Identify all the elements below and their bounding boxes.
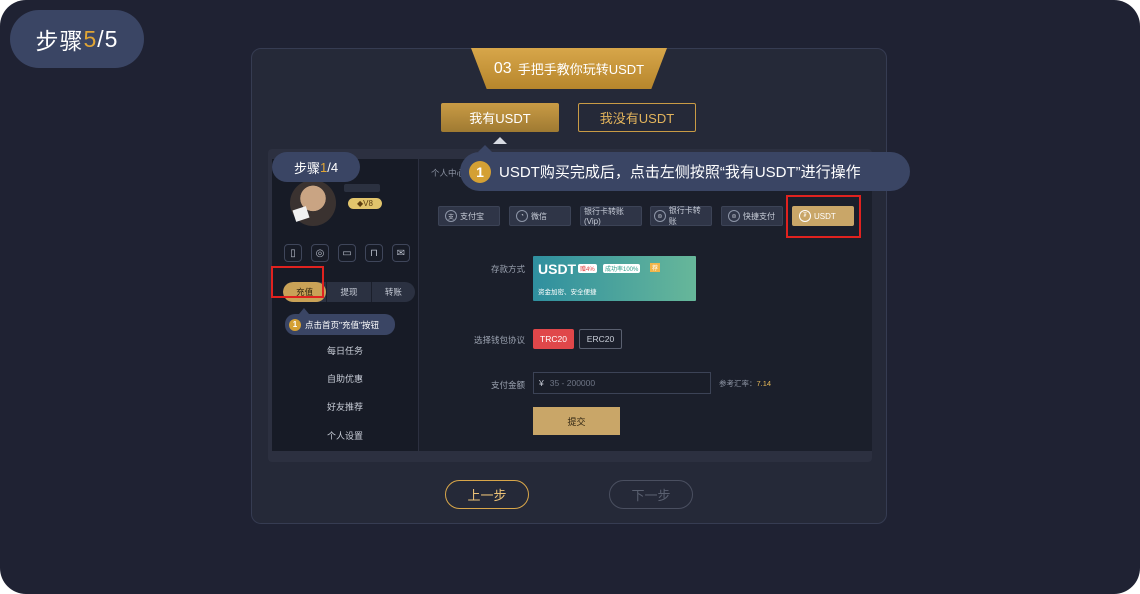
pay-wechat[interactable]: ◔ 微信 xyxy=(509,206,571,226)
trc20-option[interactable]: TRC20 xyxy=(533,329,574,349)
transfer-segment[interactable]: 转账 xyxy=(370,282,415,302)
quick-pay-icon: ⊜ xyxy=(728,210,740,222)
deposit-method-label: 存款方式 xyxy=(490,264,525,274)
icon-row: ▯ ◎ ▭ ⊓ ✉ xyxy=(284,244,410,262)
hint-text: 点击首页"充值"按钮 xyxy=(305,319,380,330)
usdt-card-title: USDT xyxy=(538,261,577,277)
usdt-highlight-box xyxy=(786,195,861,238)
menu-item-settings[interactable]: 个人设置 xyxy=(272,429,418,442)
title-number: 03 xyxy=(493,59,512,77)
bank-icon: ⊜ xyxy=(654,210,666,222)
wallet-icon[interactable]: ▭ xyxy=(338,244,356,262)
menu-item-daily-tasks[interactable]: 每日任务 xyxy=(272,344,418,357)
instruction-callout: 1 USDT购买完成后，点击左侧按照“我有USDT”进行操作 xyxy=(460,145,910,191)
deposit-hint-callout: 1 点击首页"充值"按钮 xyxy=(285,308,395,335)
protocol-label: 选择钱包协议 xyxy=(473,335,525,345)
lock-icon[interactable]: ⊓ xyxy=(365,244,383,262)
step-current: 5 xyxy=(83,25,98,52)
next-step-button[interactable]: 下一步 xyxy=(609,480,693,509)
alipay-icon: 支 xyxy=(445,210,457,222)
vip-badge: ◆ V8 xyxy=(348,198,382,209)
wechat-icon: ◔ xyxy=(516,210,528,222)
no-usdt-button[interactable]: 我没有USDT xyxy=(578,103,696,132)
bonus-tag: 赠4% xyxy=(578,264,597,273)
usdt-method-card[interactable]: USDT 赠4% 成功率100% 荐 资金加密、安全便捷 xyxy=(533,256,696,301)
success-rate-tag: 成功率100% xyxy=(603,264,641,273)
pay-quick[interactable]: ⊜ 快捷支付 xyxy=(721,206,783,226)
reference-rate: 参考汇率：7.14 xyxy=(719,379,772,388)
recommend-tag: 荐 xyxy=(650,263,660,272)
pay-bank-transfer[interactable]: ⊜ 银行卡转账 xyxy=(650,206,712,226)
title-text: 手把手教你玩转USDT xyxy=(517,62,645,77)
callout-text: USDT购买完成后，点击左侧按照“我有USDT”进行操作 xyxy=(499,164,861,181)
tutorial-screen: 步骤 5/5 03 手把手教你玩转USDT 我有USDT 我没有USDT ◆ V8… xyxy=(0,0,1140,594)
inner-step-indicator: 步骤 1/4 xyxy=(272,152,360,182)
menu-item-referral[interactable]: 好友推荐 xyxy=(272,400,418,413)
pay-bank-vip[interactable]: 银行卡转账(Vip) xyxy=(580,206,642,226)
deposit-highlight-box xyxy=(271,266,324,298)
user-icon[interactable]: ◎ xyxy=(311,244,329,262)
usdt-card-subtitle: 资金加密、安全便捷 xyxy=(538,289,597,296)
submit-button[interactable]: 提交 xyxy=(533,407,620,435)
prev-step-button[interactable]: 上一步 xyxy=(445,480,529,509)
amount-placeholder: 35 - 200000 xyxy=(549,378,596,388)
step-total: /5 xyxy=(97,25,119,52)
currency-symbol: ¥ xyxy=(539,378,544,388)
callout-number: 1 xyxy=(469,160,491,183)
step-prefix: 步骤 xyxy=(35,28,84,54)
pay-alipay[interactable]: 支支付宝 xyxy=(438,206,500,226)
amount-input[interactable]: ¥ 35 - 200000 xyxy=(533,372,711,394)
amount-label: 支付金额 xyxy=(490,380,525,390)
embedded-screenshot: ◆ V8 ▯ ◎ ▭ ⊓ ✉ 充值 提现 转账 1 点击首页"充值"按钮 每日任… xyxy=(268,149,872,462)
username-blurred xyxy=(344,184,380,192)
sidebar: ◆ V8 ▯ ◎ ▭ ⊓ ✉ 充值 提现 转账 1 点击首页"充值"按钮 每日任… xyxy=(272,159,418,451)
erc20-option[interactable]: ERC20 xyxy=(579,329,622,349)
mail-icon[interactable]: ✉ xyxy=(392,244,410,262)
hint-number: 1 xyxy=(289,318,301,331)
step-indicator: 步骤 5/5 xyxy=(10,10,144,68)
menu-item-self-promo[interactable]: 自助优惠 xyxy=(272,372,418,385)
avatar xyxy=(290,180,336,226)
phone-icon[interactable]: ▯ xyxy=(284,244,302,262)
title-tab: 03 手把手教你玩转USDT xyxy=(471,48,667,89)
cards-icon xyxy=(292,206,310,222)
have-usdt-button[interactable]: 我有USDT xyxy=(441,103,559,132)
inner-step-current: 1 xyxy=(319,159,328,175)
rate-value: 7.14 xyxy=(756,379,772,388)
withdraw-segment[interactable]: 提现 xyxy=(326,282,370,302)
